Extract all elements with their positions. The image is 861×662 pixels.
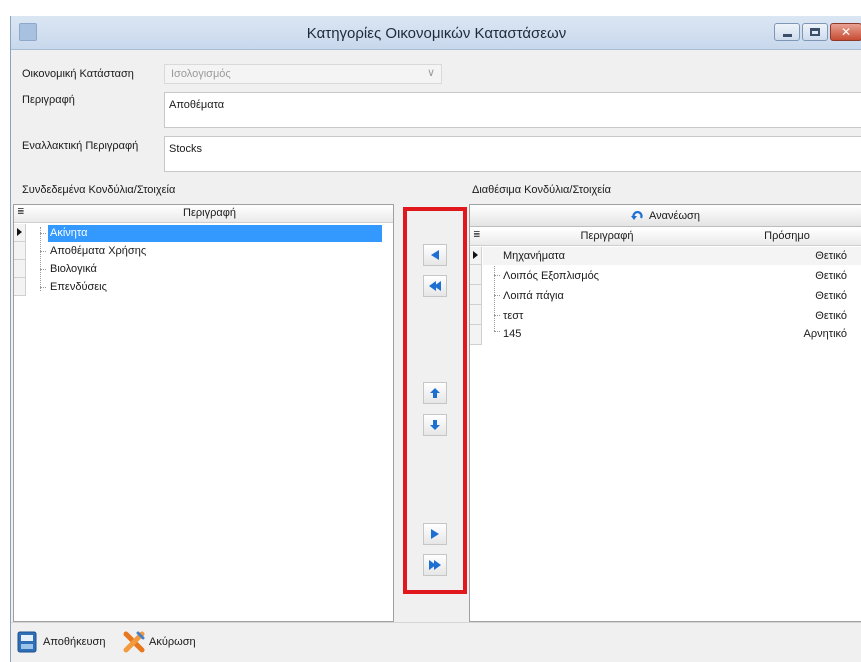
refresh-icon: [631, 210, 643, 220]
financial-statement-value: Ισολογισμός: [171, 68, 231, 80]
maximize-icon: [810, 28, 820, 36]
row-indicator[interactable]: [470, 265, 482, 285]
chevron-down-icon: ∨: [426, 67, 435, 79]
column-chooser-icon[interactable]: ≣: [17, 206, 25, 217]
row-indicator[interactable]: [470, 305, 482, 325]
minimize-icon: [782, 33, 792, 37]
window-controls: ✕: [772, 23, 861, 41]
arrow-up-icon: [430, 388, 440, 398]
move-up-button[interactable]: [423, 382, 447, 404]
maximize-button[interactable]: [802, 23, 828, 41]
current-row-icon: [473, 251, 478, 259]
move-all-left-button[interactable]: [423, 275, 447, 297]
row-indicator[interactable]: [14, 224, 26, 242]
financial-statement-select[interactable]: Ισολογισμός ∨: [164, 64, 442, 84]
cancel-label: Ακύρωση: [149, 636, 196, 648]
row-description: 145: [503, 328, 522, 340]
cancel-icon: [123, 631, 145, 653]
double-arrow-left-icon: [429, 281, 441, 291]
arrow-left-icon: [431, 250, 439, 260]
double-arrow-right-icon: [429, 560, 441, 570]
available-column-sign[interactable]: Πρόσημο: [732, 230, 842, 242]
title-bar[interactable]: Κατηγορίες Οικονομικών Καταστάσεων ✕: [11, 16, 861, 50]
row-sign: Θετικό: [815, 310, 847, 322]
alt-description-label: Εναλλακτική Περιγραφή: [22, 140, 139, 152]
row-indicator[interactable]: [470, 285, 482, 305]
move-right-button[interactable]: [423, 523, 447, 545]
available-items-panel: Ανανέωση ≣ Περιγραφή Πρόσημο Μηχανήματα …: [469, 204, 861, 622]
row-indicator[interactable]: [470, 247, 482, 265]
column-chooser-icon[interactable]: ≣: [473, 229, 481, 240]
background-strip: [0, 0, 861, 16]
move-down-button[interactable]: [423, 414, 447, 436]
arrow-down-icon: [430, 420, 440, 430]
dialog-window: Κατηγορίες Οικονομικών Καταστάσεων ✕ Οικ…: [10, 16, 861, 662]
financial-statement-label: Οικονομική Κατάσταση: [22, 68, 134, 80]
row-description: Λοιπός Εξοπλισμός: [503, 270, 599, 282]
tree-connector: [40, 251, 46, 252]
row-description: τεστ: [503, 310, 524, 322]
list-item[interactable]: Βιολογικά: [50, 263, 97, 275]
move-all-right-button[interactable]: [423, 554, 447, 576]
move-buttons-panel: [403, 207, 467, 594]
move-left-button[interactable]: [423, 244, 447, 266]
table-row[interactable]: Λοιπός Εξοπλισμός Θετικό: [483, 267, 861, 285]
row-description: Μηχανήματα: [503, 250, 565, 262]
available-items-heading: Διαθέσιμα Κονδύλια/Στοιχεία: [472, 184, 611, 196]
table-row[interactable]: Λοιπά πάγια Θετικό: [483, 287, 861, 305]
table-row[interactable]: Μηχανήματα Θετικό: [483, 247, 861, 265]
list-item[interactable]: Αποθέματα Χρήσης: [50, 245, 146, 257]
description-label: Περιγραφή: [22, 94, 75, 106]
arrow-right-icon: [431, 529, 439, 539]
save-button[interactable]: Αποθήκευση: [17, 631, 105, 653]
row-indicator[interactable]: [14, 278, 26, 296]
tree-connector: [40, 233, 46, 234]
save-icon: [17, 631, 37, 653]
tree-connector: [40, 287, 46, 288]
current-row-icon: [17, 228, 22, 236]
cancel-button[interactable]: Ακύρωση: [123, 631, 196, 653]
refresh-label: Ανανέωση: [649, 209, 700, 222]
list-item[interactable]: Επενδύσεις: [50, 281, 107, 293]
linked-column-description[interactable]: Περιγραφή: [26, 207, 393, 219]
close-icon: ✕: [840, 25, 852, 39]
window-title: Κατηγορίες Οικονομικών Καταστάσεων: [306, 25, 567, 42]
save-label: Αποθήκευση: [43, 636, 106, 648]
close-button[interactable]: ✕: [830, 23, 861, 41]
available-column-description[interactable]: Περιγραφή: [482, 230, 732, 242]
row-description: Λοιπά πάγια: [503, 290, 564, 302]
row-sign: Αρνητικό: [803, 328, 847, 340]
linked-items-heading: Συνδεδεμένα Κονδύλια/Στοιχεία: [22, 184, 176, 196]
bottom-toolbar: Αποθήκευση Ακύρωση: [11, 622, 861, 662]
row-indicator[interactable]: [14, 260, 26, 278]
description-field[interactable]: Αποθέματα: [164, 92, 861, 128]
row-indicator[interactable]: [470, 325, 482, 345]
minimize-button[interactable]: [774, 23, 800, 41]
refresh-button[interactable]: Ανανέωση: [470, 205, 861, 227]
table-row[interactable]: 145 Αρνητικό: [483, 325, 861, 343]
row-sign: Θετικό: [815, 250, 847, 262]
linked-items-grid[interactable]: ≣ Περιγραφή Ακίνητα Αποθέματα Χρήσης Βιο…: [13, 204, 394, 622]
row-sign: Θετικό: [815, 270, 847, 282]
alt-description-field[interactable]: Stocks: [164, 136, 861, 172]
table-row[interactable]: τεστ Θετικό: [483, 307, 861, 325]
tree-connector: [40, 269, 46, 270]
linked-grid-header: ≣ Περιγραφή: [14, 205, 393, 223]
available-grid-header: ≣ Περιγραφή Πρόσημο: [470, 228, 861, 246]
tree-connector: [40, 227, 41, 291]
list-item[interactable]: Ακίνητα: [48, 225, 382, 242]
row-sign: Θετικό: [815, 290, 847, 302]
row-indicator[interactable]: [14, 242, 26, 260]
